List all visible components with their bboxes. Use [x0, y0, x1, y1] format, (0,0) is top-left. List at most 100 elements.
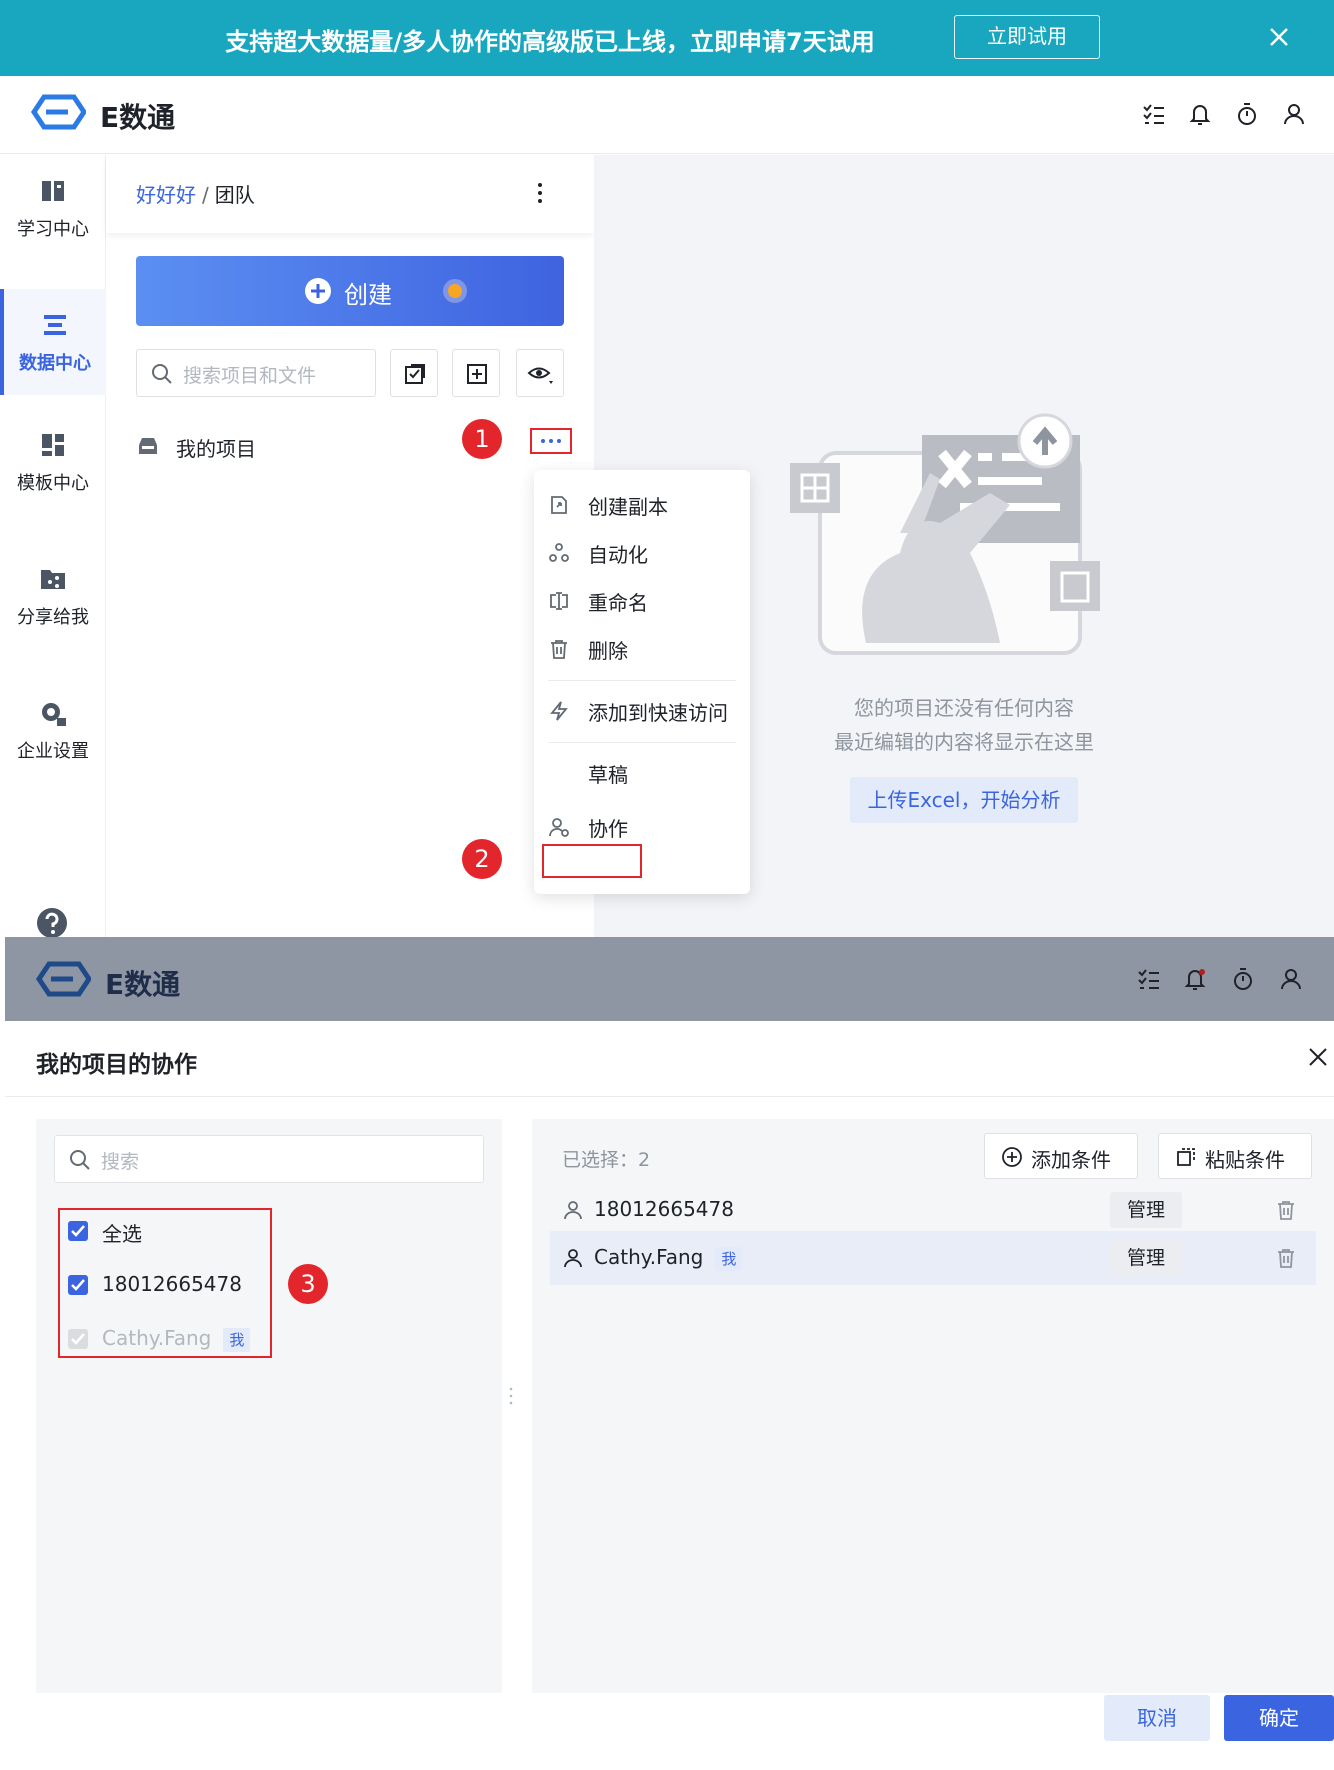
menu-item-delete[interactable]: 删除 [534, 624, 750, 672]
eye-dropdown-icon [527, 362, 557, 388]
user-icon [1277, 965, 1305, 993]
trash-icon [548, 638, 570, 660]
menu-label: 重命名 [588, 591, 648, 615]
member-name: Cathy.Fang [594, 1245, 704, 1269]
button-label: 粘贴条件 [1205, 1148, 1285, 1172]
user-icon [562, 1199, 584, 1221]
upload-excel-button[interactable]: 上传Excel，开始分析 [850, 777, 1078, 823]
search-icon [69, 1149, 91, 1171]
role-select[interactable]: 管理 [1110, 1192, 1182, 1228]
menu-item-drafts[interactable]: 草稿 [534, 748, 750, 796]
context-menu: 创建副本 自动化 重命名 删除 添加到快速访问 草稿 协作 [534, 470, 750, 894]
view-options-button[interactable] [516, 349, 564, 397]
template-icon [37, 429, 69, 461]
menu-label: 删除 [588, 639, 628, 663]
empty-illustration [790, 413, 1120, 663]
menu-item-duplicate[interactable]: 创建副本 [534, 480, 750, 528]
member-row: 18012665478 管理 [550, 1183, 1316, 1237]
trash-icon[interactable] [1274, 1246, 1298, 1270]
try-now-button[interactable]: 立即试用 [954, 15, 1100, 59]
trash-icon[interactable] [1274, 1198, 1298, 1222]
collaboration-dialog: 我的项目的协作 搜索 全选 18012665478 Cathy.Fang 我 已… [0, 1021, 1334, 1770]
member-name: 18012665478 [594, 1197, 734, 1221]
status-dot-icon [442, 278, 468, 304]
collaborate-icon [548, 816, 570, 838]
menu-item-quick-access[interactable]: 添加到快速访问 [534, 686, 750, 734]
nav-item-shared-with-me[interactable]: 分享给我 [0, 543, 106, 649]
highlight-outline [58, 1208, 272, 1358]
logo-text: E数通 [105, 968, 181, 1001]
selected-count: 已选择：2 [562, 1149, 651, 1171]
close-icon[interactable] [1304, 1043, 1332, 1071]
member-name-wrap: Cathy.Fang 我 [594, 1245, 743, 1271]
task-list-icon[interactable] [1140, 100, 1168, 128]
user-icon [562, 1247, 584, 1269]
nav-label: 数据中心 [19, 353, 91, 374]
book-icon [37, 175, 69, 207]
menu-label: 自动化 [588, 543, 648, 567]
menu-item-rename[interactable]: 重命名 [534, 576, 750, 624]
member-search-input[interactable]: 搜索 [54, 1135, 484, 1183]
menu-divider [548, 742, 736, 743]
checkbox-square-icon [403, 362, 427, 386]
plus-circle-icon [304, 277, 332, 305]
timer-icon[interactable] [1233, 100, 1261, 128]
breadcrumb-separator: / [202, 183, 209, 207]
app-header: E数通 [0, 76, 1334, 154]
breadcrumb-team-link[interactable]: 好好好 [136, 183, 196, 207]
nav-item-enterprise-settings[interactable]: 企业设置 [0, 677, 106, 783]
plus-circle-icon [1001, 1146, 1023, 1168]
nav-label: 企业设置 [17, 741, 89, 762]
logo-icon [30, 94, 86, 130]
more-options-button[interactable] [530, 428, 572, 454]
database-icon [39, 309, 71, 341]
add-condition-button[interactable]: 添加条件 [984, 1133, 1138, 1179]
create-label: 创建 [344, 281, 392, 309]
search-placeholder: 搜索 [101, 1151, 140, 1173]
cancel-button[interactable]: 取消 [1104, 1695, 1210, 1741]
menu-label: 创建副本 [588, 495, 668, 519]
gear-icon [37, 697, 69, 729]
paste-condition-button[interactable]: 粘贴条件 [1158, 1133, 1312, 1179]
banner-text: 支持超大数据量/多人协作的高级版已上线，立即申请7天试用 [225, 28, 875, 56]
breadcrumb: 好好好 / 团队 [136, 179, 255, 208]
logo-text: E数通 [100, 101, 176, 134]
help-icon[interactable] [36, 907, 68, 939]
paste-icon [1175, 1146, 1197, 1168]
menu-item-collaborate[interactable]: 协作 [534, 802, 750, 850]
promo-banner: 支持超大数据量/多人协作的高级版已上线，立即申请7天试用 立即试用 [0, 0, 1334, 76]
nav-label: 学习中心 [17, 219, 89, 240]
confirm-button[interactable]: 确定 [1224, 1695, 1334, 1741]
step-marker-2: 2 [462, 839, 502, 879]
search-placeholder: 搜索项目和文件 [183, 365, 317, 387]
role-select[interactable]: 管理 [1110, 1240, 1182, 1276]
project-name: 我的项目 [176, 437, 256, 461]
create-button[interactable]: 创建 [136, 256, 564, 326]
user-icon[interactable] [1280, 100, 1308, 128]
logo-icon [35, 961, 91, 997]
project-item[interactable]: 我的项目 [136, 425, 566, 469]
menu-item-automation[interactable]: 自动化 [534, 528, 750, 576]
share-icon [37, 563, 69, 595]
panel-header: 好好好 / 团队 [106, 155, 594, 233]
resize-handle-icon[interactable] [508, 1385, 514, 1407]
add-square-button[interactable] [452, 349, 500, 397]
search-icon [151, 363, 173, 385]
highlight-outline [542, 844, 642, 878]
bell-icon [1181, 965, 1209, 993]
search-input[interactable]: 搜索项目和文件 [136, 349, 376, 397]
bell-icon[interactable] [1186, 100, 1214, 128]
nav-item-template-center[interactable]: 模板中心 [0, 409, 106, 515]
button-label: 添加条件 [1031, 1148, 1111, 1172]
batch-select-button[interactable] [390, 349, 438, 397]
nav-item-data-center[interactable]: 数据中心 [0, 289, 106, 395]
vertical-more-icon[interactable] [524, 177, 556, 209]
rename-icon [548, 590, 570, 612]
side-nav: 学习中心 数据中心 模板中心 分享给我 企业设置 [0, 155, 106, 939]
member-row-highlighted: Cathy.Fang 我 管理 [550, 1231, 1316, 1285]
dimmed-app-header: E数通 [5, 937, 1334, 1021]
close-icon[interactable] [1262, 20, 1296, 54]
nav-label: 模板中心 [17, 473, 89, 494]
nav-item-learning-center[interactable]: 学习中心 [0, 155, 106, 261]
menu-label: 草稿 [588, 763, 628, 787]
